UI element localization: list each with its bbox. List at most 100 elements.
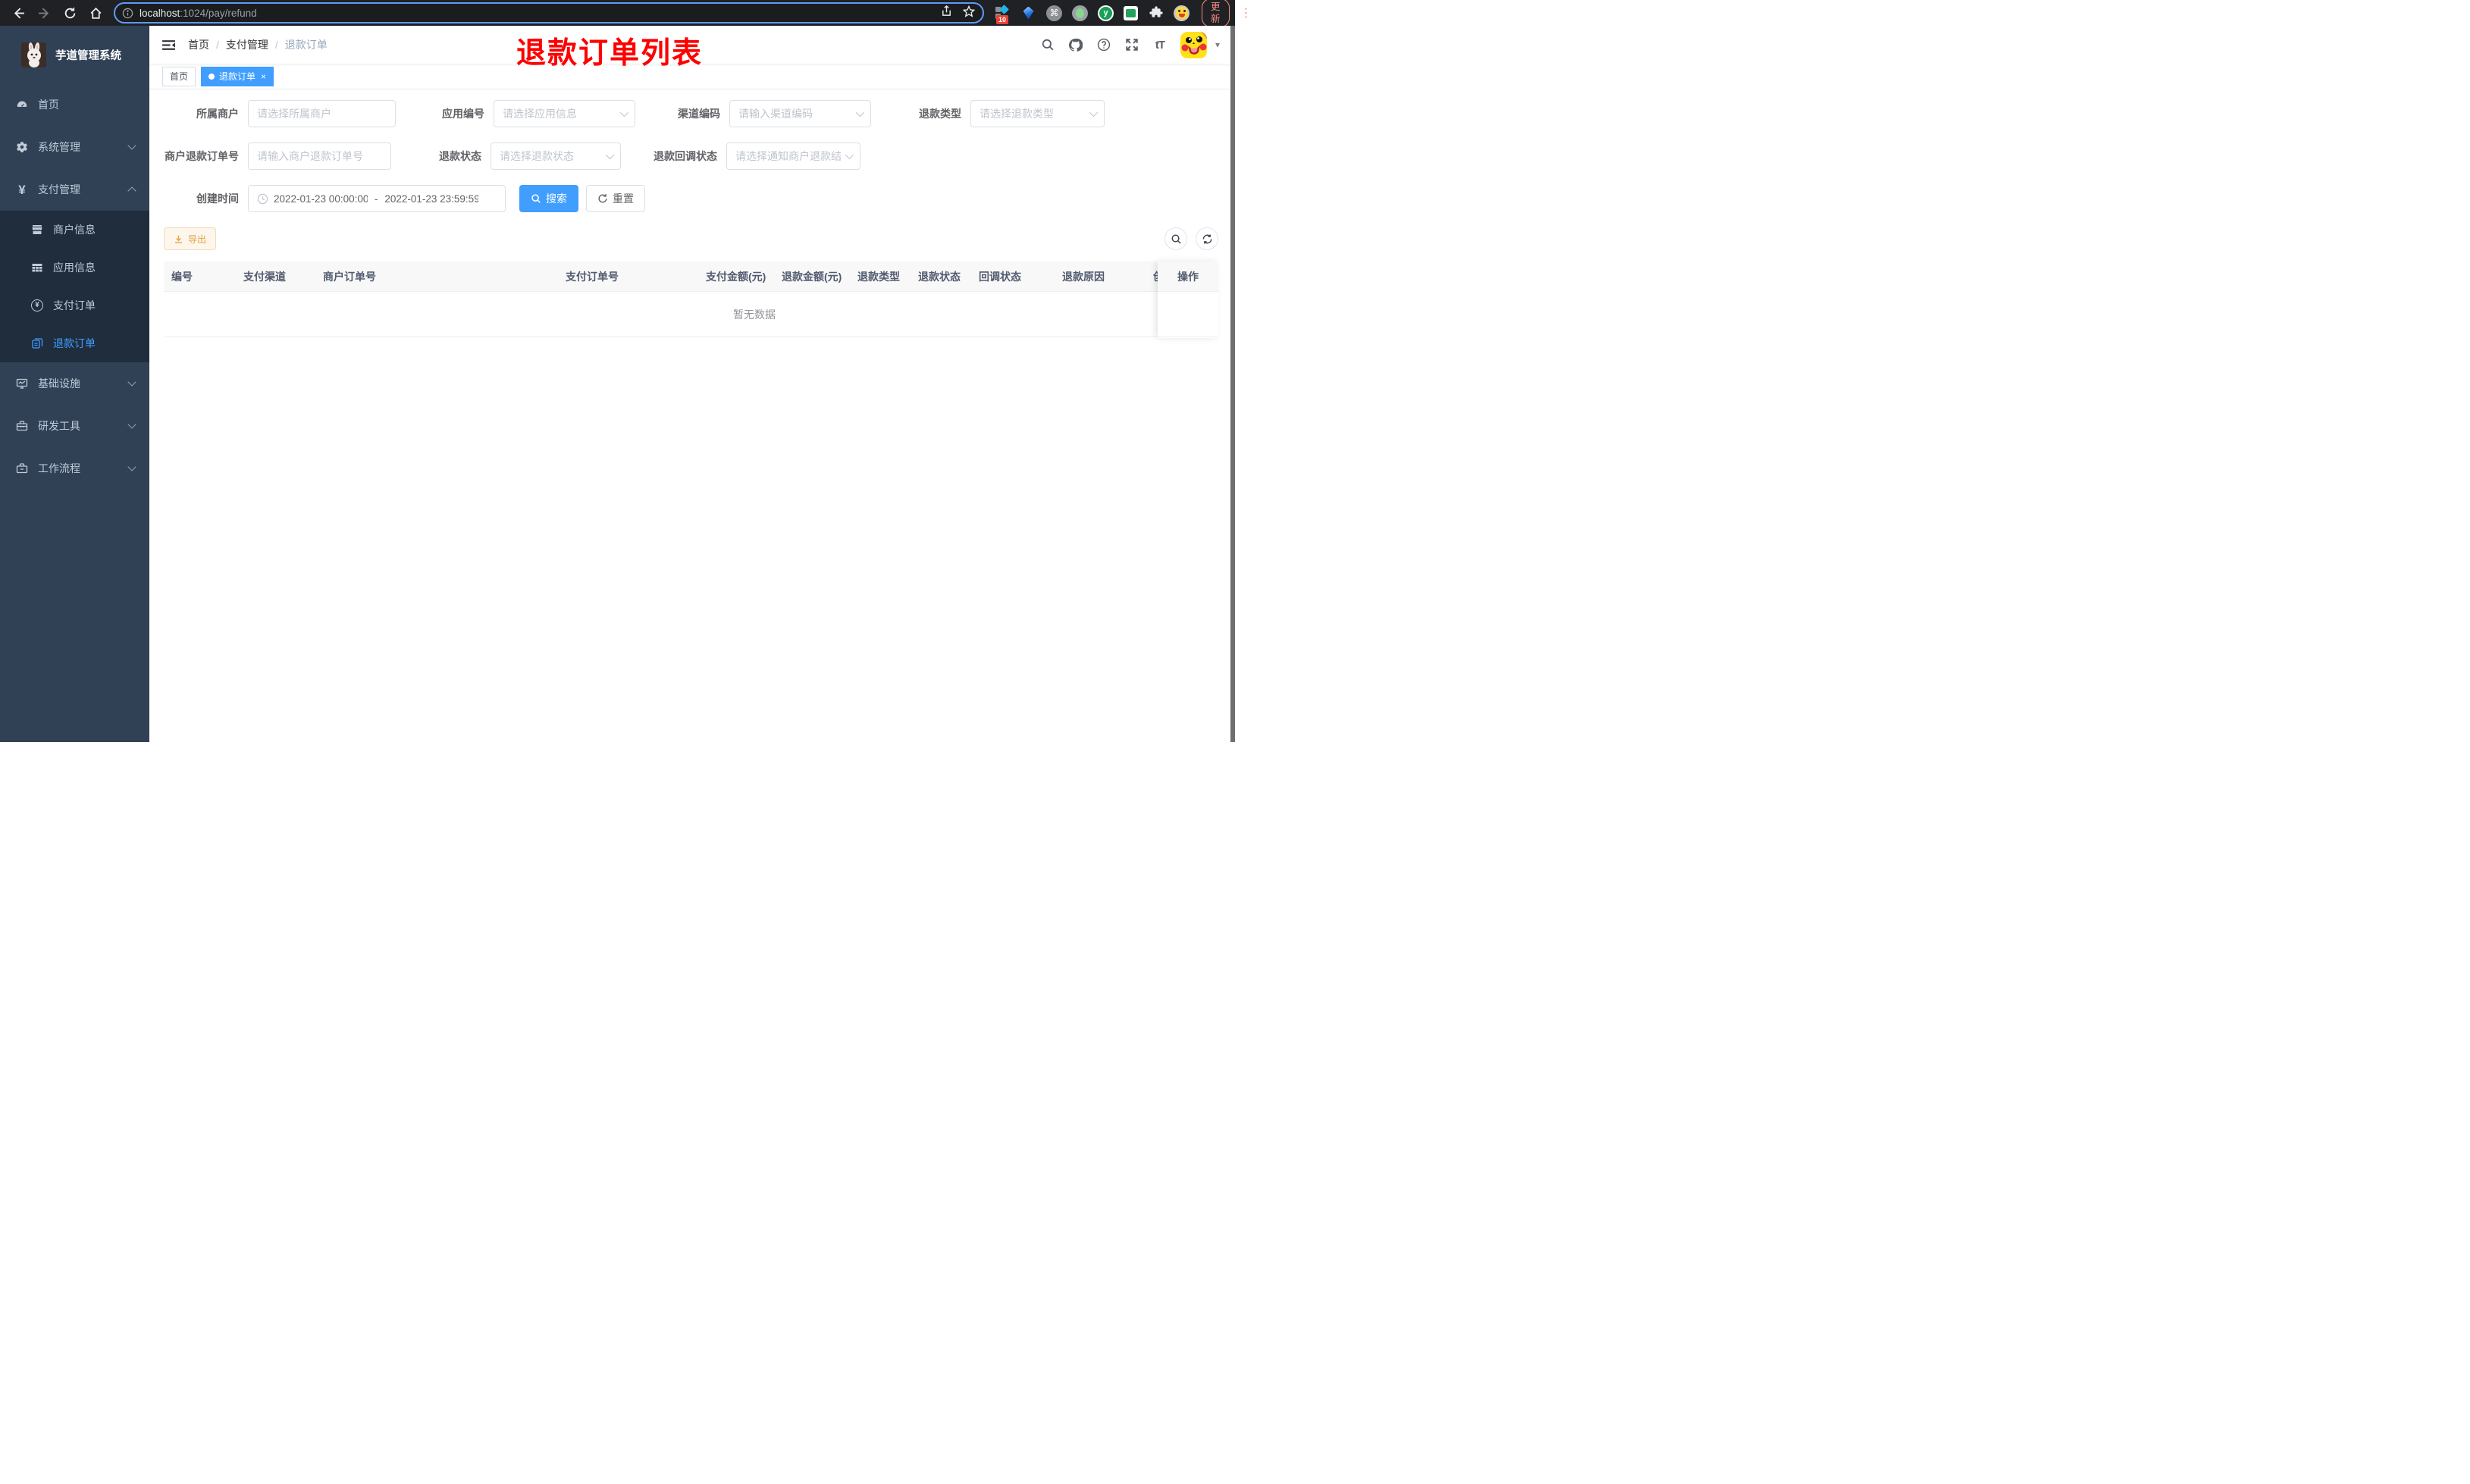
col-callback-status: 回调状态 — [979, 270, 1021, 283]
col-refund-status: 退款状态 — [918, 270, 961, 283]
app-id-select[interactable]: 请选择应用信息 — [494, 100, 635, 127]
filter-label: 商户退款订单号 — [165, 150, 239, 162]
sidebar-logo[interactable]: 芋道管理系统 — [0, 26, 149, 83]
sidebar-item-label: 退款订单 — [53, 337, 96, 349]
extension-y-icon[interactable]: y — [1098, 5, 1114, 21]
col-id: 编号 — [171, 270, 193, 283]
refund-status-select[interactable]: 请选择退款状态 — [491, 142, 621, 170]
dashboard-icon — [16, 99, 28, 111]
sidebar-item-system[interactable]: 系统管理 — [0, 126, 149, 168]
merchant-refund-no-field[interactable] — [257, 150, 382, 162]
sidebar-item-label: 支付订单 — [53, 299, 96, 312]
breadcrumb: 首页 / 支付管理 / 退款订单 — [188, 37, 328, 52]
search-icon[interactable] — [1040, 37, 1055, 52]
sidebar-item-refund-order[interactable]: 退款订单 — [0, 324, 149, 362]
export-button[interactable]: 导出 — [164, 227, 217, 250]
briefcase-icon — [16, 462, 28, 474]
filter-label: 退款回调状态 — [654, 150, 717, 162]
extension-green-dot-icon[interactable] — [1072, 5, 1088, 21]
extension-chat-icon[interactable] — [1124, 5, 1138, 20]
home-icon[interactable] — [88, 5, 103, 20]
refresh-icon — [1202, 234, 1211, 243]
chevron-down-icon — [855, 108, 865, 117]
tab-home[interactable]: 首页 — [162, 66, 196, 86]
site-info-icon[interactable] — [122, 8, 133, 19]
refund-table: 编号 支付渠道 商户订单号 支付订单号 支付金额(元) 退款金额(元) 退款类型… — [164, 261, 1218, 337]
breadcrumb-home[interactable]: 首页 — [188, 37, 209, 52]
document-icon — [31, 337, 43, 349]
extension-gem-icon[interactable] — [1020, 5, 1036, 21]
logo-image — [21, 42, 46, 67]
merchant-input-field[interactable] — [257, 108, 387, 120]
filter-refund-status: 退款状态 请选择退款状态 — [391, 142, 621, 170]
callback-status-select[interactable]: 请选择通知商户退款结果的 — [726, 142, 860, 170]
avatar-caret-icon[interactable]: ▾ — [1215, 39, 1220, 50]
browser-toolbar: localhost:1024/pay/refund 10 ⌘ y 更新 ⋮ — [0, 0, 1252, 27]
extension-command-icon[interactable]: ⌘ — [1046, 5, 1062, 21]
back-icon[interactable] — [11, 5, 26, 20]
sidebar-item-app-info[interactable]: 应用信息 — [0, 249, 149, 286]
sidebar-item-pay-order[interactable]: ¥ 支付订单 — [0, 286, 149, 324]
extension-emoji-icon[interactable] — [1174, 5, 1190, 21]
merchant-refund-no-input[interactable] — [248, 142, 391, 170]
page-content: 所属商户 应用编号 请选择应用信息 渠道编码 请输入渠道编码 退款类型 请选择退… — [149, 89, 1235, 742]
breadcrumb-separator: / — [216, 39, 219, 51]
sidebar-collapse-icon[interactable] — [161, 37, 176, 52]
col-refund-reason: 退款原因 — [1062, 270, 1105, 283]
refund-type-select[interactable]: 请选择退款类型 — [970, 100, 1105, 127]
sidebar-item-dev-tools[interactable]: 研发工具 — [0, 405, 149, 447]
sidebar-item-merchant-info[interactable]: 商户信息 — [0, 211, 149, 249]
filter-channel-code: 渠道编码 请输入渠道编码 — [635, 100, 871, 127]
address-bar[interactable]: localhost:1024/pay/refund — [114, 2, 984, 23]
sidebar: 芋道管理系统 首页 系统管理 ¥ 支付管理 商户信息 应用信息 ¥ 支付订单 退… — [0, 26, 149, 742]
bookmark-star-icon[interactable] — [962, 5, 976, 21]
filter-label: 渠道编码 — [678, 108, 720, 120]
extension-blocks-icon[interactable]: 10 — [995, 4, 1011, 24]
filter-row-3: 创建时间 2022-01-23 00:00:00 - 2022-01-23 23… — [164, 185, 1218, 212]
github-icon[interactable] — [1068, 37, 1083, 52]
avatar[interactable] — [1180, 31, 1207, 58]
chevron-up-icon — [127, 186, 136, 196]
extensions-puzzle-icon[interactable] — [1148, 5, 1164, 21]
tab-close-icon[interactable]: × — [261, 72, 266, 81]
toggle-search-button[interactable] — [1164, 227, 1187, 250]
chevron-down-icon — [1089, 108, 1099, 117]
search-button[interactable]: 搜索 — [519, 185, 578, 212]
browser-update-button[interactable]: 更新 — [1202, 0, 1230, 27]
gear-icon — [16, 141, 28, 153]
browser-menu-icon[interactable]: ⋮ — [1237, 5, 1255, 20]
filter-row-2: 商户退款订单号 退款状态 请选择退款状态 退款回调状态 请选择通知商户退款结果的 — [164, 142, 1218, 170]
page-scrollbar[interactable] — [1230, 26, 1235, 742]
refresh-table-button[interactable] — [1196, 227, 1218, 250]
filter-callback-status: 退款回调状态 请选择通知商户退款结果的 — [621, 142, 860, 170]
sidebar-item-payment[interactable]: ¥ 支付管理 — [0, 168, 149, 211]
tab-refund-order[interactable]: 退款订单 × — [201, 66, 274, 86]
screen: localhost:1024/pay/refund 10 ⌘ y 更新 ⋮ 芋道… — [0, 0, 1252, 742]
sidebar-item-home[interactable]: 首页 — [0, 83, 149, 126]
url-text: localhost:1024/pay/refund — [139, 8, 941, 19]
reload-icon[interactable] — [62, 5, 77, 20]
chevron-down-icon — [127, 377, 136, 387]
breadcrumb-current: 退款订单 — [284, 39, 328, 51]
merchant-input[interactable] — [248, 100, 396, 127]
forward-icon[interactable] — [36, 5, 52, 20]
tab-label: 退款订单 — [219, 71, 256, 82]
chevron-down-icon — [605, 150, 615, 160]
channel-code-select[interactable]: 请输入渠道编码 — [729, 100, 871, 127]
chevron-down-icon — [127, 462, 136, 471]
help-icon[interactable] — [1096, 37, 1111, 52]
fullscreen-icon[interactable] — [1124, 37, 1139, 52]
sidebar-item-workflow[interactable]: 工作流程 — [0, 447, 149, 490]
reset-button[interactable]: 重置 — [586, 185, 645, 212]
date-separator: - — [375, 193, 378, 205]
breadcrumb-payment[interactable]: 支付管理 — [226, 37, 268, 52]
filter-label: 所属商户 — [196, 108, 239, 120]
font-size-icon[interactable]: tT — [1152, 37, 1168, 52]
date-range-picker[interactable]: 2022-01-23 00:00:00 - 2022-01-23 23:59:5… — [248, 185, 506, 212]
date-end-value[interactable]: 2022-01-23 23:59:59 — [384, 193, 478, 205]
browser-nav-buttons — [6, 5, 109, 20]
share-icon[interactable] — [941, 5, 952, 20]
sidebar-item-label: 支付管理 — [38, 183, 80, 196]
date-start-value[interactable]: 2022-01-23 00:00:00 — [274, 193, 368, 205]
sidebar-item-infrastructure[interactable]: 基础设施 — [0, 362, 149, 405]
